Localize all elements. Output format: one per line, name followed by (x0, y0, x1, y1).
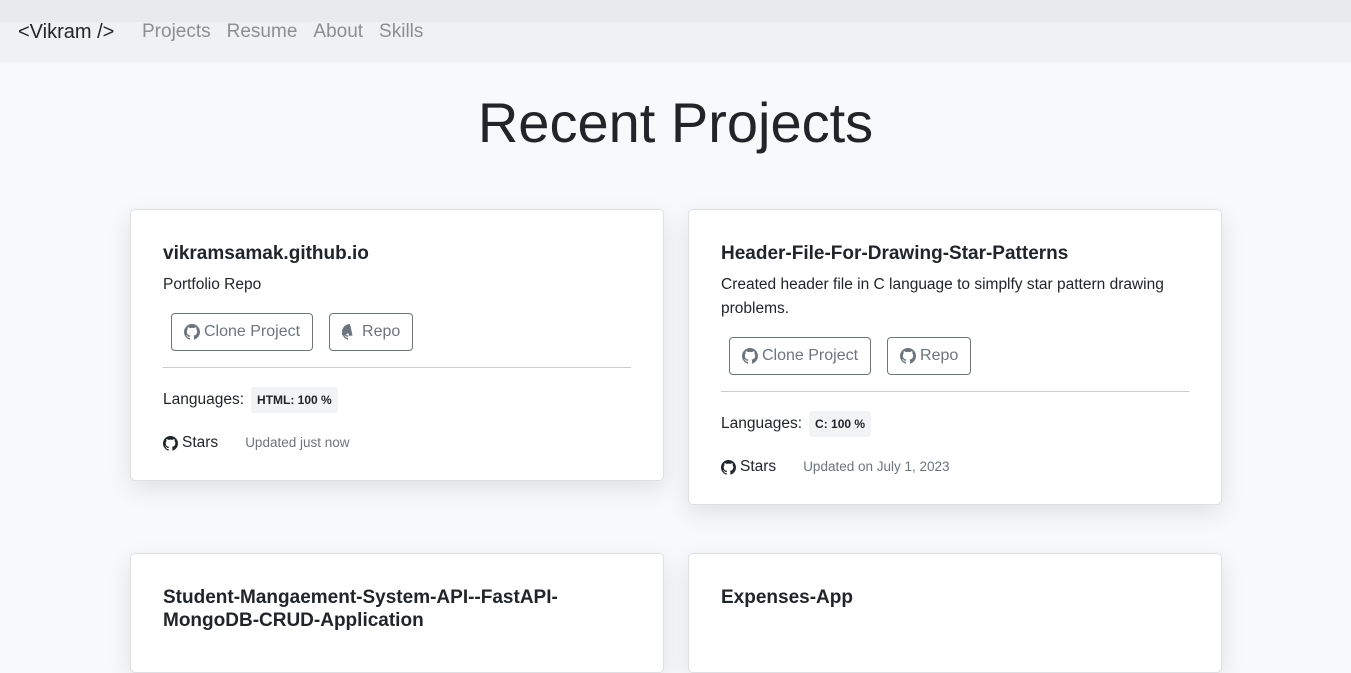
project-actions: Clone Project Repo (729, 337, 1189, 375)
languages-label: Languages: (163, 391, 245, 408)
project-title: Header-File-For-Drawing-Star-Patterns (721, 243, 1069, 264)
meta-row: Stars Updated on July 1, 2023 (721, 457, 1189, 477)
project-actions: Clone Project Repo (171, 313, 631, 351)
nav-link-resume[interactable]: Resume (227, 19, 298, 45)
languages-label: Languages: (721, 415, 803, 432)
updated-text: Updated on July 1, 2023 (803, 459, 950, 474)
project-card: Expenses-App (688, 553, 1222, 673)
repo-label: Repo (920, 347, 959, 364)
project-description: Created header file in C language to sim… (721, 276, 1164, 317)
project-title: Student-Mangaement-System-API--FastAPI-M… (163, 587, 558, 631)
page-title: Recent Projects (477, 91, 874, 154)
repo-button[interactable]: Repo (887, 337, 972, 375)
stars-link[interactable]: Stars (163, 433, 218, 453)
project-card: Student-Mangaement-System-API--FastAPI-M… (130, 553, 664, 673)
project-title: vikramsamak.github.io (163, 243, 369, 264)
stars-link[interactable]: Stars (721, 457, 776, 477)
github-icon (184, 324, 200, 340)
nav-link-projects[interactable]: Projects (142, 19, 211, 45)
brand-logo[interactable]: <Vikram /> (18, 19, 114, 45)
project-description: Portfolio Repo (163, 276, 262, 293)
meta-row: Stars Updated just now (163, 433, 631, 453)
clone-project-label: Clone Project (204, 323, 301, 340)
language-badge: HTML: 100 % (251, 387, 338, 413)
repo-label: Repo (362, 323, 401, 340)
navbar: <Vikram /> Projects Resume About Skills (0, 0, 1351, 62)
nav-links: Projects Resume About Skills (142, 19, 423, 45)
language-badge: C: 100 % (809, 411, 872, 437)
card-divider (721, 391, 1189, 392)
github-icon (742, 348, 758, 364)
project-card: vikramsamak.github.io Portfolio Repo Clo… (130, 209, 664, 481)
clone-project-button[interactable]: Clone Project (171, 313, 314, 351)
project-title: Expenses-App (721, 587, 853, 608)
project-card: Header-File-For-Drawing-Star-Patterns Cr… (688, 209, 1222, 505)
updated-text: Updated just now (245, 435, 350, 450)
languages-row: Languages: HTML: 100 % (163, 387, 631, 413)
clone-project-button[interactable]: Clone Project (729, 337, 872, 375)
stars-label: Stars (182, 434, 219, 451)
languages-row: Languages: C: 100 % (721, 411, 1189, 437)
github-icon (900, 348, 917, 364)
repo-button[interactable]: Repo (329, 313, 414, 351)
card-divider (163, 367, 631, 368)
nav-link-skills[interactable]: Skills (379, 19, 423, 45)
github-icon (721, 459, 736, 475)
github-icon (163, 435, 178, 451)
clone-project-label: Clone Project (762, 347, 859, 364)
stars-label: Stars (740, 458, 777, 475)
nav-link-about[interactable]: About (313, 19, 363, 45)
github-icon (342, 324, 358, 340)
